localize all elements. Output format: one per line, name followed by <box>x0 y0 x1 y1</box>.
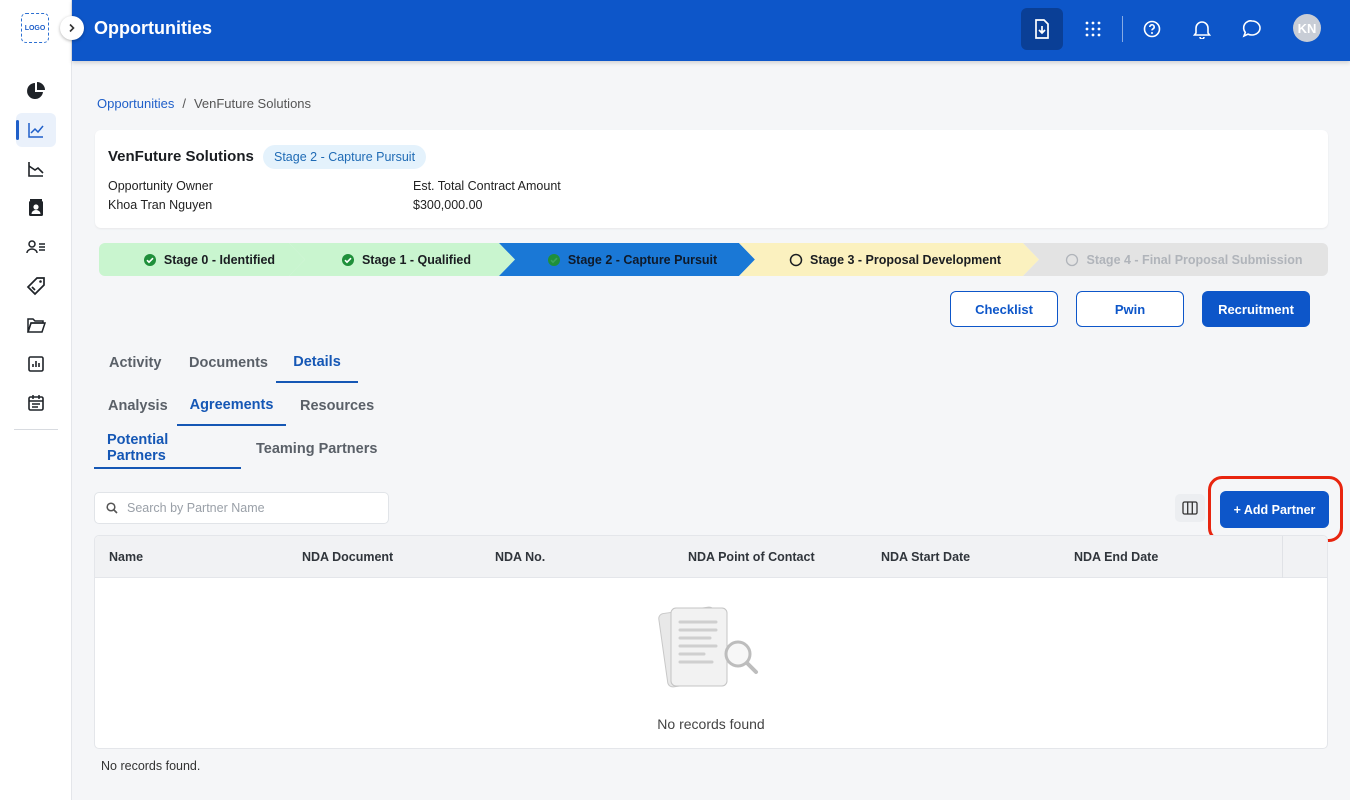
stage-3-label: Stage 3 - Proposal Development <box>809 252 1002 267</box>
tab-agreements[interactable]: Agreements <box>177 386 286 426</box>
sidebar-item-tags[interactable] <box>16 269 56 303</box>
folder-icon <box>26 318 46 333</box>
stage-4: Stage 4 - Final Proposal Submission <box>1043 243 1325 276</box>
sidebar-expand-button[interactable] <box>60 16 84 40</box>
column-divider <box>1282 536 1283 578</box>
records-status-text: No records found. <box>101 759 201 773</box>
circle-outline-icon <box>789 253 803 266</box>
tab-documents[interactable]: Documents <box>176 343 281 383</box>
stage-badge: Stage 2 - Capture Pursuit <box>263 145 427 169</box>
breadcrumb-current: VenFuture Solutions <box>193 96 312 111</box>
chevron-right-icon <box>69 23 75 33</box>
column-header-name[interactable]: Name <box>109 536 143 578</box>
empty-documents-illustration <box>658 606 758 688</box>
sidebar-item-dashboard[interactable] <box>16 74 56 108</box>
apps-grid-icon <box>1085 21 1101 37</box>
stage-3[interactable]: Stage 3 - Proposal Development <box>757 243 1033 276</box>
breadcrumb-separator: / <box>182 96 186 111</box>
sidebar: LOGO <box>0 0 72 800</box>
opportunity-name: VenFuture Solutions <box>108 148 254 165</box>
stage-4-label: Stage 4 - Final Proposal Submission <box>1086 252 1303 267</box>
sidebar-item-calendar[interactable] <box>16 386 56 420</box>
check-circle-icon <box>341 253 354 266</box>
column-header-nda-start-date[interactable]: NDA Start Date <box>881 536 970 578</box>
stage-1[interactable]: Stage 1 - Qualified <box>307 243 505 276</box>
partner-search[interactable] <box>94 492 389 524</box>
apps-button[interactable] <box>1072 8 1114 50</box>
amount-label: Est. Total Contract Amount <box>413 179 561 193</box>
amount-value: $300,000.00 <box>413 198 483 212</box>
stage-0-label: Stage 0 - Identified <box>163 252 276 267</box>
contact-book-icon <box>29 199 43 216</box>
calendar-icon <box>28 395 44 411</box>
column-settings-button[interactable] <box>1175 494 1205 522</box>
chat-button[interactable] <box>1231 8 1273 50</box>
checklist-button[interactable]: Checklist <box>950 291 1058 327</box>
stage-progress-bar: Stage 0 - Identified Stage 1 - Qualified… <box>99 243 1328 276</box>
stage-2[interactable]: Stage 2 - Capture Pursuit <box>517 243 747 276</box>
logo: LOGO <box>21 13 49 43</box>
partners-table: Name NDA Document NDA No. NDA Point of C… <box>94 535 1328 749</box>
add-partner-button[interactable]: + Add Partner <box>1220 491 1329 528</box>
topbar-divider <box>1122 16 1123 42</box>
bar-report-icon <box>28 356 44 372</box>
top-bar: Opportunities KN <box>72 0 1350 61</box>
search-input[interactable] <box>127 501 367 515</box>
stage-0[interactable]: Stage 0 - Identified <box>119 243 299 276</box>
download-button[interactable] <box>1021 8 1063 50</box>
tab-resources[interactable]: Resources <box>287 386 387 426</box>
sidebar-item-opportunities[interactable] <box>16 113 56 147</box>
notifications-button[interactable] <box>1181 8 1223 50</box>
stage-2-label: Stage 2 - Capture Pursuit <box>567 252 718 267</box>
check-circle-icon <box>547 253 560 266</box>
column-header-nda-end-date[interactable]: NDA End Date <box>1074 536 1158 578</box>
table-header: Name NDA Document NDA No. NDA Point of C… <box>95 536 1327 578</box>
help-button[interactable] <box>1131 8 1173 50</box>
check-circle-icon <box>143 253 156 266</box>
user-list-icon <box>26 240 45 254</box>
pie-chart-icon <box>27 82 45 99</box>
pwin-button[interactable]: Pwin <box>1076 291 1184 327</box>
sidebar-item-reports[interactable] <box>16 347 56 381</box>
tab-potential-partners[interactable]: Potential Partners <box>94 429 241 469</box>
sidebar-item-files[interactable] <box>16 308 56 342</box>
tab-teaming-partners[interactable]: Teaming Partners <box>243 429 390 469</box>
stage-1-label: Stage 1 - Qualified <box>361 252 472 267</box>
chat-icon <box>1242 20 1261 38</box>
bell-icon <box>1193 21 1211 39</box>
breadcrumb: Opportunities / VenFuture Solutions <box>97 96 311 111</box>
column-header-nda-document[interactable]: NDA Document <box>302 536 393 578</box>
owner-value: Khoa Tran Nguyen <box>108 198 213 212</box>
tag-icon <box>26 277 45 296</box>
sidebar-item-forecast[interactable] <box>16 152 56 186</box>
download-icon <box>1035 19 1049 39</box>
sidebar-divider <box>14 429 58 430</box>
page-title: Opportunities <box>94 18 212 38</box>
tab-analysis[interactable]: Analysis <box>95 386 181 426</box>
breadcrumb-link-opportunities[interactable]: Opportunities <box>97 96 174 111</box>
opportunity-summary-card: VenFuture Solutions Stage 2 - Capture Pu… <box>95 130 1328 228</box>
recruitment-button[interactable]: Recruitment <box>1202 291 1310 327</box>
tab-details[interactable]: Details <box>276 343 358 383</box>
user-avatar[interactable]: KN <box>1293 14 1321 42</box>
owner-label: Opportunity Owner <box>108 179 213 193</box>
circle-outline-icon <box>1066 253 1079 266</box>
area-chart-icon <box>28 162 44 177</box>
sidebar-item-users[interactable] <box>16 230 56 264</box>
line-chart-icon <box>28 123 44 138</box>
sidebar-item-contacts[interactable] <box>16 191 56 225</box>
tab-activity[interactable]: Activity <box>96 343 174 383</box>
empty-state-text: No records found <box>657 716 765 732</box>
help-icon <box>1143 20 1161 38</box>
column-header-nda-contact[interactable]: NDA Point of Contact <box>688 536 815 578</box>
column-header-nda-no[interactable]: NDA No. <box>495 536 545 578</box>
search-icon <box>106 502 118 514</box>
columns-icon <box>1182 501 1198 515</box>
